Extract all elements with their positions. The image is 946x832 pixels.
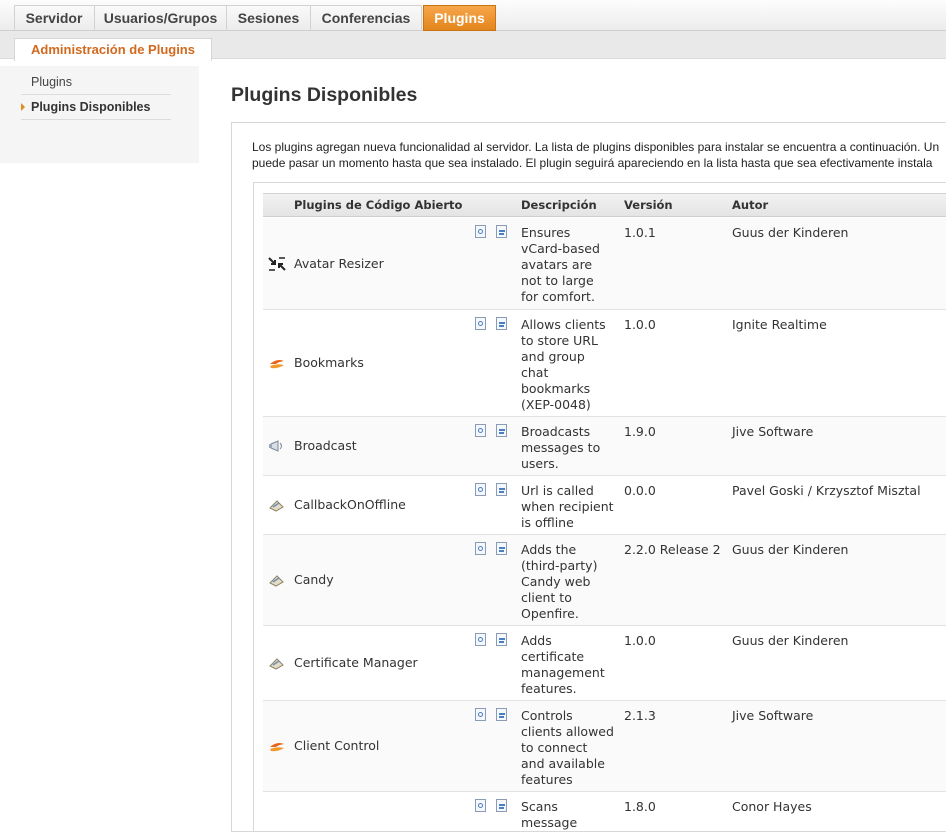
- plugin-author: Pavel Goski / Krzysztof Misztal: [732, 483, 921, 498]
- subtab-administracion-plugins[interactable]: Administración de Plugins: [14, 38, 212, 61]
- changelog-icon[interactable]: [496, 483, 507, 496]
- plugin-author: Conor Hayes: [732, 799, 812, 814]
- table-row: Scans message 1.8.0 Conor Hayes: [263, 792, 946, 832]
- plugin-version: 0.0.0: [624, 483, 656, 498]
- table-row: Bookmarks Allows clients to store URL and …: [263, 310, 946, 417]
- plugin-author: Guus der Kinderen: [732, 225, 849, 240]
- plugin-name: Avatar Resizer: [294, 256, 384, 271]
- changelog-icon[interactable]: [496, 708, 507, 721]
- plugin-description: Adds the (third-party) Candy web client to O…: [521, 542, 598, 621]
- plugin-author: Guus der Kinderen: [732, 633, 849, 648]
- tab-servidor[interactable]: Servidor: [14, 5, 95, 31]
- table-row: Avatar Resizer Ensures vCard-based avatars…: [263, 218, 946, 310]
- plugin-name: Broadcast: [294, 438, 357, 453]
- header-description: Descripción: [521, 198, 597, 212]
- table-row: Broadcast Broadcasts messages to users. 1.…: [263, 417, 946, 476]
- nav-spacer: [0, 5, 15, 31]
- table-header: Plugins de Código Abierto Descripción Ve…: [263, 193, 946, 217]
- plugin-name: CallbackOnOffline: [294, 497, 406, 512]
- readme-icon[interactable]: [475, 799, 486, 812]
- header-name: Plugins de Código Abierto: [294, 198, 463, 212]
- sidebar: Plugins Plugins Disponibles: [0, 66, 199, 163]
- resize-arrows-icon: [268, 257, 286, 271]
- sidebar-item-plugins-disponibles[interactable]: Plugins Disponibles: [21, 95, 171, 120]
- table-row: Client Control Controls clients allowed to…: [263, 701, 946, 792]
- megaphone-icon: [269, 440, 282, 452]
- readme-icon[interactable]: [475, 317, 486, 330]
- intro-line-2: puede pasar un momento hasta que sea ins…: [252, 156, 933, 170]
- plugin-version: 1.8.0: [624, 799, 656, 814]
- tab-plugins[interactable]: Plugins: [423, 5, 496, 31]
- changelog-icon[interactable]: [496, 225, 507, 238]
- plugin-author: Jive Software: [732, 708, 814, 723]
- plugin-name: Bookmarks: [294, 355, 364, 370]
- plugin-name: Certificate Manager: [294, 655, 418, 670]
- readme-icon[interactable]: [475, 708, 486, 721]
- changelog-icon[interactable]: [496, 799, 507, 812]
- sidebar-item-label: Plugins: [31, 75, 72, 89]
- plugin-description: Url is called when recipient is offline: [521, 483, 614, 530]
- plugin-author: Ignite Realtime: [732, 317, 827, 332]
- page-title: Plugins Disponibles: [231, 84, 418, 106]
- table-row: Candy Adds the (third-party) Candy web clie…: [263, 535, 946, 626]
- plugin-version: 1.0.0: [624, 317, 656, 332]
- changelog-icon[interactable]: [496, 317, 507, 330]
- plugin-plug-icon: [269, 658, 284, 670]
- sidebar-item-label: Plugins Disponibles: [31, 100, 151, 114]
- plugin-description: Scans message: [521, 799, 578, 830]
- tab-sesiones[interactable]: Sesiones: [227, 5, 311, 31]
- sub-nav-bar: Administración de Plugins: [0, 31, 946, 61]
- plugin-plug-icon: [269, 500, 284, 512]
- plugin-version: 1.0.1: [624, 225, 656, 240]
- changelog-icon[interactable]: [496, 424, 507, 437]
- plugin-description: Adds certificate management features.: [521, 633, 605, 696]
- table-row: CallbackOnOffline Url is called when reci…: [263, 476, 946, 535]
- readme-icon[interactable]: [475, 424, 486, 437]
- plugin-description: Broadcasts messages to users.: [521, 424, 601, 471]
- plugin-plug-icon: [269, 575, 284, 587]
- changelog-icon[interactable]: [496, 542, 507, 555]
- plugin-description: Ensures vCard-based avatars are not to larg…: [521, 225, 600, 304]
- plugin-version: 1.0.0: [624, 633, 656, 648]
- tab-usuarios-grupos[interactable]: Usuarios/Grupos: [95, 5, 227, 31]
- openfire-flame-icon: [270, 743, 284, 752]
- intro-text: Los plugins agregan nueva funcionalidad …: [252, 139, 946, 171]
- plugin-author: Jive Software: [732, 424, 814, 439]
- changelog-icon[interactable]: [496, 633, 507, 646]
- plugin-description: Allows clients to store URL and group chat b…: [521, 317, 606, 412]
- plugin-version: 2.2.0 Release 2: [624, 542, 721, 557]
- plugin-name: Client Control: [294, 738, 380, 753]
- plugin-version: 1.9.0: [624, 424, 656, 439]
- plugin-description: Controls clients allowed to connect and ava…: [521, 708, 614, 787]
- header-author: Autor: [732, 198, 769, 212]
- main-nav-bar: Servidor Usuarios/Grupos Sesiones Confer…: [0, 0, 946, 31]
- plugin-author: Guus der Kinderen: [732, 542, 849, 557]
- plugin-name: Candy: [294, 572, 334, 587]
- openfire-flame-icon: [270, 360, 284, 369]
- tab-conferencias[interactable]: Conferencias: [311, 5, 422, 31]
- header-version: Versión: [624, 198, 673, 212]
- table-row: Certificate Manager Adds certificate manag…: [263, 626, 946, 701]
- sidebar-item-plugins[interactable]: Plugins: [21, 70, 171, 95]
- active-arrow-icon: [21, 103, 25, 111]
- readme-icon[interactable]: [475, 542, 486, 555]
- readme-icon[interactable]: [475, 483, 486, 496]
- readme-icon[interactable]: [475, 225, 486, 238]
- plugin-version: 2.1.3: [624, 708, 656, 723]
- readme-icon[interactable]: [475, 633, 486, 646]
- intro-line-1: Los plugins agregan nueva funcionalidad …: [252, 140, 940, 154]
